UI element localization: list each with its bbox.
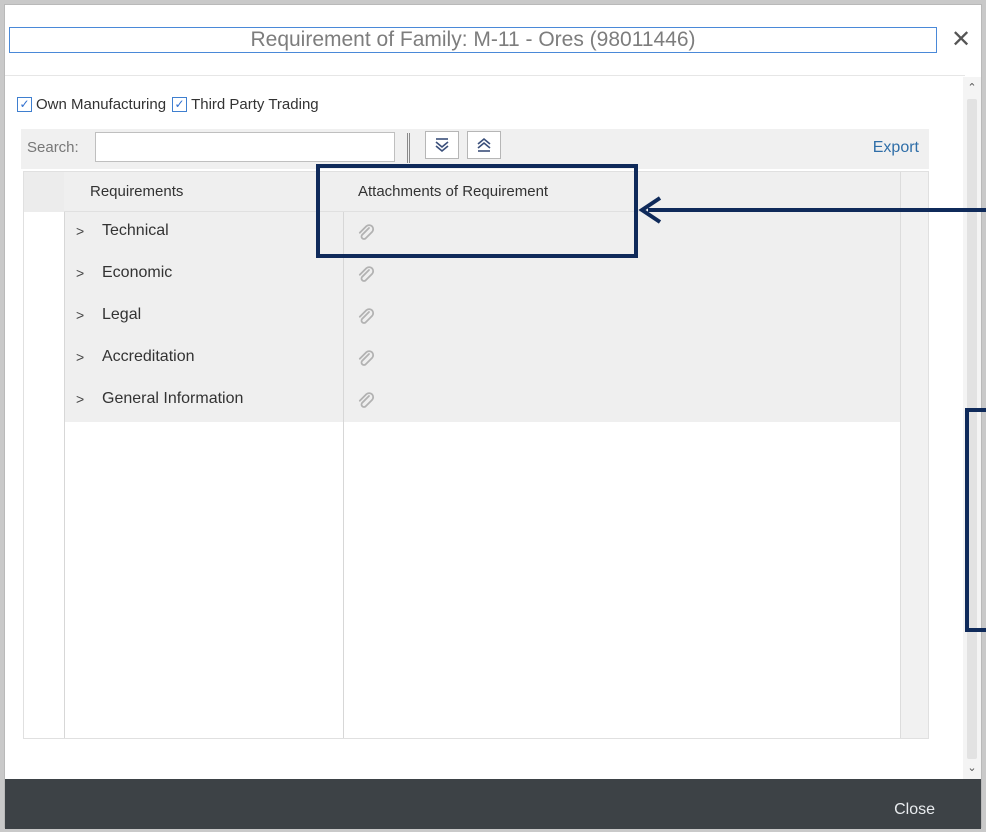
row-label-container: > General Information (76, 390, 243, 408)
requirement-label: Economic (102, 264, 173, 281)
third-party-trading-label: Third Party Trading (191, 95, 319, 113)
chevron-right-icon[interactable]: > (76, 307, 88, 323)
table-toolbar: Search: Export (21, 129, 929, 169)
expand-all-button[interactable] (425, 131, 459, 159)
scroll-up-icon[interactable]: ⌃ (963, 81, 981, 95)
requirement-label: Legal (102, 306, 142, 323)
search-input[interactable] (95, 132, 395, 162)
table-row[interactable]: > General Information (64, 380, 900, 422)
table-row[interactable]: > Accreditation (64, 338, 900, 380)
requirement-dialog: Requirement of Family: M-11 - Ores (9801… (4, 4, 982, 829)
column-header-requirements[interactable]: Requirements (64, 172, 344, 212)
requirement-label: General Information (102, 390, 244, 407)
table-row[interactable]: > Legal (64, 296, 900, 338)
annotation-bracket (965, 408, 986, 632)
collapse-all-button[interactable] (467, 131, 501, 159)
paperclip-icon[interactable] (356, 308, 376, 328)
annotation-highlight-box (316, 164, 638, 258)
row-label-container: > Technical (76, 222, 169, 240)
close-button[interactable]: Close (894, 801, 935, 819)
checkmark-icon[interactable]: ✓ (17, 96, 32, 112)
export-link[interactable]: Export (873, 139, 919, 157)
third-party-trading-checkbox[interactable]: ✓ Third Party Trading (172, 96, 319, 113)
search-label: Search: (27, 139, 79, 156)
row-label-container: > Economic (76, 264, 172, 282)
chevron-right-icon[interactable]: > (76, 223, 88, 239)
row-label-container: > Accreditation (76, 348, 195, 366)
paperclip-icon[interactable] (356, 266, 376, 286)
table-scroll-column (900, 172, 928, 738)
toolbar-separator (407, 133, 410, 163)
row-label-container: > Legal (76, 306, 141, 324)
own-manufacturing-label: Own Manufacturing (36, 95, 167, 113)
paperclip-icon[interactable] (356, 392, 376, 412)
collapse-all-icon (477, 137, 491, 152)
expand-all-icon (435, 138, 449, 153)
requirement-label: Accreditation (102, 348, 195, 365)
dialog-footer: Close (5, 779, 981, 829)
table-row[interactable]: > Economic (64, 254, 900, 296)
chevron-right-icon[interactable]: > (76, 349, 88, 365)
selection-header (24, 172, 64, 212)
selection-column (24, 172, 64, 738)
header-divider (5, 75, 965, 76)
chevron-right-icon[interactable]: > (76, 391, 88, 407)
close-icon[interactable]: ✕ (945, 25, 977, 55)
checkmark-icon[interactable]: ✓ (172, 96, 188, 112)
requirement-label: Technical (102, 222, 169, 239)
own-manufacturing-checkbox[interactable]: ✓ Own Manufacturing (17, 96, 166, 113)
scroll-down-icon[interactable]: ⌄ (963, 761, 981, 775)
annotation-arrow (638, 196, 986, 224)
dialog-title: Requirement of Family: M-11 - Ores (9801… (9, 27, 937, 53)
filter-checkboxes: ✓ Own Manufacturing ✓ Third Party Tradin… (17, 93, 325, 115)
chevron-right-icon[interactable]: > (76, 265, 88, 281)
paperclip-icon[interactable] (356, 350, 376, 370)
